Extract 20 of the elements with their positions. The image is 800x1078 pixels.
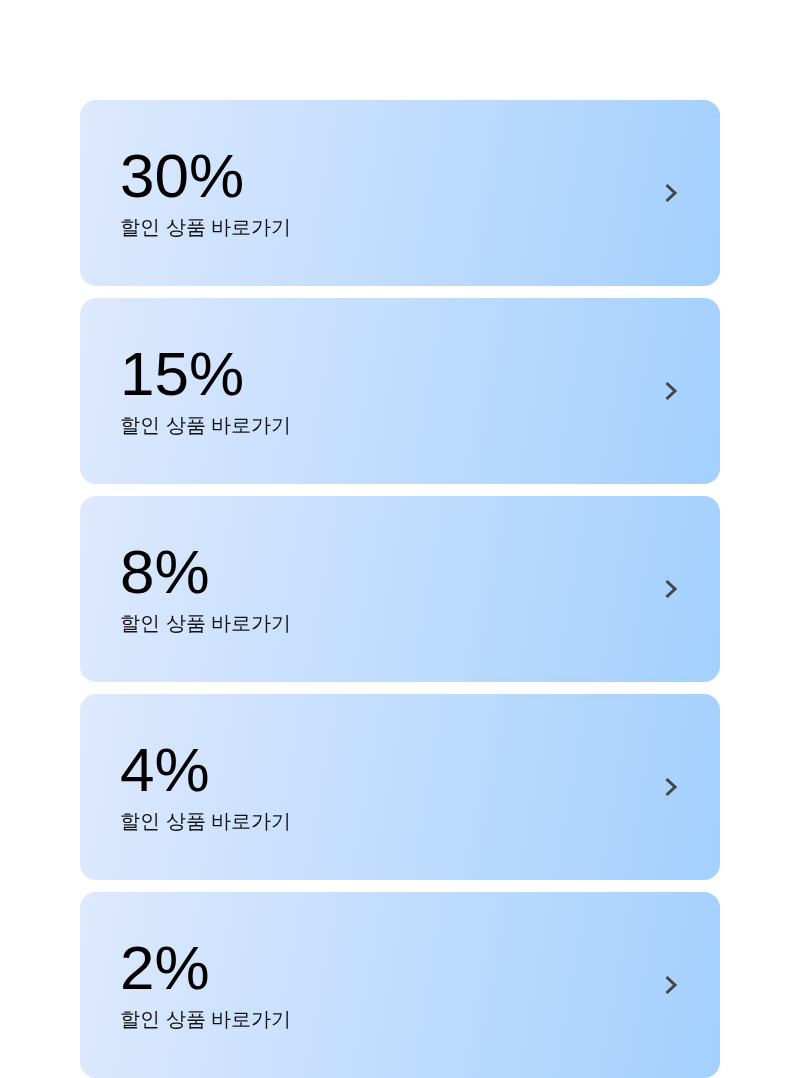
chevron-right-icon [664,182,678,204]
chevron-right-icon [664,578,678,600]
discount-percent: 8% [120,541,211,603]
chevron-right-icon [664,776,678,798]
chevron-right-icon [664,380,678,402]
shortcut-label: 할인 상품 바로가기 [120,413,292,438]
shortcut-label: 할인 상품 바로가기 [120,215,292,240]
shortcut-label: 할인 상품 바로가기 [120,1007,292,1032]
discount-percent: 30% [120,145,246,207]
discount-card[interactable]: 30% 할인 상품 바로가기 [80,100,720,286]
discount-percent: 2% [120,937,211,999]
discount-percent: 4% [120,739,211,801]
discount-card[interactable]: 2% 할인 상품 바로가기 [80,892,720,1078]
shortcut-label: 할인 상품 바로가기 [120,611,292,636]
chevron-right-icon [664,974,678,996]
discount-percent: 15% [120,343,246,405]
discount-card[interactable]: 15% 할인 상품 바로가기 [80,298,720,484]
discount-card[interactable]: 4% 할인 상품 바로가기 [80,694,720,880]
shortcut-label: 할인 상품 바로가기 [120,809,292,834]
discount-card[interactable]: 8% 할인 상품 바로가기 [80,496,720,682]
